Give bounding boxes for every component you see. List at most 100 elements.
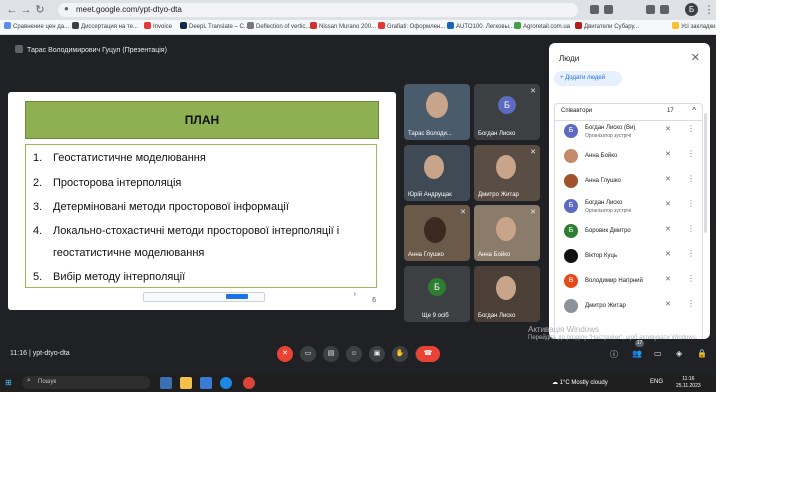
more-options-icon[interactable]: ⋮: [687, 199, 695, 208]
mic-off-icon: ✕: [665, 226, 671, 233]
list-item[interactable]: Б Богдан Лиско (Ви) Організатор зустрічі…: [555, 120, 702, 144]
participant-tile[interactable]: Юрій Андрущак: [404, 145, 470, 201]
bookmark-icon: [4, 22, 11, 29]
edge-icon[interactable]: [220, 377, 232, 389]
weather-widget[interactable]: ☁ 1°C Mostly cloudy: [552, 379, 608, 386]
file-explorer-icon[interactable]: [180, 377, 192, 389]
store-icon[interactable]: [200, 377, 212, 389]
mic-off-icon: ✕: [665, 301, 671, 308]
reload-icon[interactable]: ↻: [34, 4, 46, 16]
person-name: Анна Бойко: [585, 153, 618, 159]
participant-tile[interactable]: ✕ Дмитро Житар: [474, 145, 540, 201]
participant-tile[interactable]: ✕ Анна Бойко: [474, 205, 540, 261]
more-options-icon[interactable]: ⋮: [687, 149, 695, 158]
extensions-icon[interactable]: [646, 5, 655, 14]
bookmark-item[interactable]: DeepL Translate – С...: [180, 22, 249, 32]
list-item[interactable]: В Володимир Нагірний ✕ ⋮: [555, 270, 702, 294]
next-slide-arrow[interactable]: ›: [354, 291, 356, 298]
taskbar-search[interactable]: ⌕ Пошук: [22, 376, 150, 389]
person-role: Організатор зустрічі: [585, 133, 632, 139]
more-options-icon[interactable]: ⋮: [687, 249, 695, 258]
mic-toggle-button[interactable]: ✕: [277, 346, 293, 362]
mic-off-icon: ✕: [665, 151, 671, 158]
profile-avatar[interactable]: Б: [685, 3, 698, 16]
slide-notification-button[interactable]: [226, 294, 248, 299]
share-icon[interactable]: [590, 5, 599, 14]
person-name: Дмитро Житар: [585, 303, 626, 309]
chat-icon[interactable]: ▭: [654, 349, 662, 358]
bookmark-item[interactable]: Deflection of vertic...: [247, 22, 310, 32]
captions-button[interactable]: ▤: [323, 346, 339, 362]
info-icon[interactable]: ⓘ: [610, 349, 618, 360]
bookmark-item[interactable]: Диссертация на те...: [72, 22, 138, 32]
participant-name: Анна Бойко: [478, 252, 511, 258]
list-item[interactable]: Віктор Куць ✕ ⋮: [555, 245, 702, 269]
participant-count: 17: [667, 108, 674, 114]
participant-video: [496, 217, 516, 241]
menu-icon[interactable]: ⋮: [703, 4, 715, 16]
participant-video: [424, 155, 444, 179]
more-options-icon[interactable]: ⋮: [687, 299, 695, 308]
participant-name: Дмитро Житар: [478, 192, 519, 198]
section-header-collaborators[interactable]: Співавтори 17 ^: [554, 103, 703, 121]
list-item[interactable]: Анна Бойко ✕ ⋮: [555, 145, 702, 169]
language-indicator[interactable]: ENG: [650, 379, 663, 385]
more-options-icon[interactable]: ⋮: [687, 174, 695, 183]
list-item[interactable]: Б Богдан Лиско Організатор зустрічі ✕ ⋮: [555, 195, 702, 219]
people-panel: Люди ✕ + Додати людей Співавтори 17 ^ Б …: [549, 43, 710, 339]
more-options-icon[interactable]: ⋮: [687, 124, 695, 133]
close-icon[interactable]: ✕: [691, 51, 700, 64]
participant-tile[interactable]: Тарас Володи...: [404, 84, 470, 140]
back-icon[interactable]: ←: [6, 4, 18, 16]
end-call-button[interactable]: ☎: [416, 346, 440, 362]
more-options-icon[interactable]: ⋮: [687, 274, 695, 283]
hand-icon: ✋: [395, 350, 405, 357]
add-people-button[interactable]: + Додати людей: [554, 71, 622, 86]
panel-scrollbar[interactable]: [704, 113, 707, 233]
windows-taskbar: ⊞ ⌕ Пошук ☁ 1°C Mostly cloudy ENG 11:16 …: [0, 374, 716, 392]
participant-tile[interactable]: ✕ Б Богдан Лиско: [474, 84, 540, 140]
avatar: [564, 149, 578, 163]
emoji-button[interactable]: ☺: [346, 346, 362, 362]
participant-name: Юрій Андрущак: [408, 192, 452, 198]
person-name: Богдан Лиско: [585, 200, 623, 206]
bookmark-item[interactable]: AUTO100. Легковы...: [447, 22, 514, 32]
list-item[interactable]: Анна Глушко ✕ ⋮: [555, 170, 702, 194]
more-options-icon[interactable]: ⋮: [687, 224, 695, 233]
windows-activation-watermark: Активація Windows Перейдіть до розділу "…: [528, 325, 697, 342]
address-bar[interactable]: ● meet.google.com/ypt-dtyo-dta: [58, 3, 578, 17]
windows-start-icon[interactable]: ⊞: [5, 379, 13, 387]
activities-icon[interactable]: ◈: [676, 349, 682, 358]
bookmark-item[interactable]: Nissan Murano 200...: [310, 22, 376, 32]
participants-badge: 17: [635, 340, 644, 347]
bookmark-item[interactable]: Agroretail.com.ua: [514, 22, 570, 32]
chrome-icon[interactable]: [243, 377, 255, 389]
bookmark-item[interactable]: Grafiati: Оформлен...: [378, 22, 445, 32]
participant-tile[interactable]: ✕ Анна Глушко: [404, 205, 470, 261]
bookmarks-bar: Сравнение цен да... Диссертация на те...…: [0, 20, 716, 35]
forward-icon[interactable]: →: [20, 4, 32, 16]
bookmark-icon: [310, 22, 317, 29]
bookmark-star-icon[interactable]: [604, 5, 613, 14]
people-icon[interactable]: 👥: [632, 349, 642, 358]
presentation-icon: [15, 45, 23, 53]
task-view-icon[interactable]: [160, 377, 172, 389]
bookmark-item[interactable]: Invoice: [144, 22, 172, 32]
mic-off-icon: ✕: [665, 276, 671, 283]
participant-tile[interactable]: Богдан Лиско: [474, 266, 540, 322]
raise-hand-button[interactable]: ✋: [392, 346, 408, 362]
host-controls-icon[interactable]: 🔒: [697, 349, 707, 358]
more-participants-tile[interactable]: Б Ще 9 осіб: [404, 266, 470, 322]
avatar: [564, 249, 578, 263]
camera-toggle-button[interactable]: ▭: [300, 346, 316, 362]
bookmark-item[interactable]: Двигатели Субару...: [575, 22, 639, 32]
list-item[interactable]: Б Боровик Дмитро ✕ ⋮: [555, 220, 702, 244]
bookmark-item[interactable]: Сравнение цен да...: [4, 22, 69, 32]
present-button[interactable]: ▣: [369, 346, 385, 362]
person-name: Віктор Куць: [585, 253, 618, 259]
all-bookmarks[interactable]: Усі закладки: [672, 22, 716, 32]
participant-avatar: Б: [498, 96, 516, 114]
sidepanel-icon[interactable]: [660, 5, 669, 14]
taskbar-clock[interactable]: 11:16 25.11.2023: [676, 376, 701, 390]
list-item[interactable]: Дмитро Житар ✕ ⋮: [555, 295, 702, 319]
